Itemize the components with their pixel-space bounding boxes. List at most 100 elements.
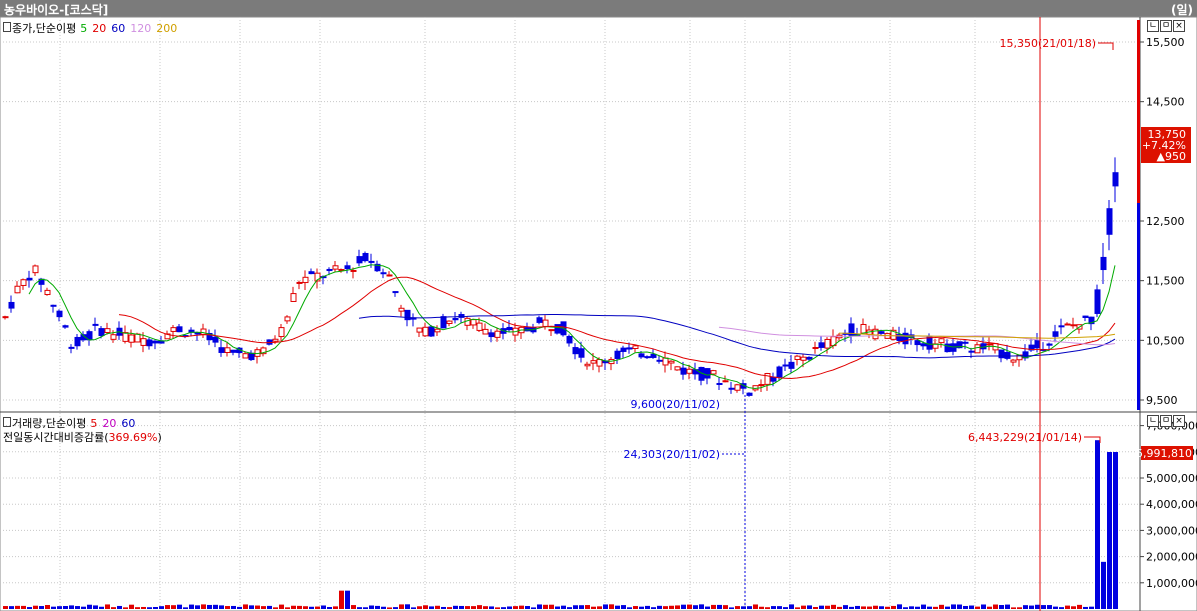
volume-bar (345, 590, 350, 609)
price-legend-prefix: 종가,단순이평 (12, 22, 77, 35)
candle-body (566, 335, 573, 344)
volume-bar (147, 607, 152, 609)
candle-body (104, 328, 111, 333)
volume-bar (507, 606, 512, 609)
volume-bar (627, 607, 632, 609)
volume-change-close: ) (157, 431, 162, 444)
candle-body (296, 281, 303, 284)
volume-bar (681, 604, 686, 609)
volume-bar (885, 606, 890, 609)
volume-bar (423, 605, 428, 609)
volume-bar (27, 607, 32, 609)
candle-body (242, 353, 249, 359)
candle-body (380, 272, 387, 275)
volume-bar (303, 606, 308, 609)
close-icon[interactable]: × (1173, 415, 1185, 427)
candle-body (632, 345, 639, 349)
candle-body (590, 360, 597, 364)
volume-panel-buttons[interactable]: ㄴ ㅁ × (1147, 415, 1185, 427)
candle-body (1082, 315, 1089, 318)
volume-bar (135, 607, 140, 609)
ma-60-label[interactable]: 60 (111, 22, 125, 35)
ma-20-label[interactable]: 20 (92, 22, 106, 35)
candle-body (536, 317, 543, 323)
ma-120-label[interactable]: 120 (130, 22, 151, 35)
volume-bar (321, 605, 326, 609)
price-scale-bar-up (1137, 20, 1140, 203)
volume-bar (807, 605, 812, 609)
candle-body (926, 336, 933, 350)
volume-bar (585, 605, 590, 609)
volume-bar (141, 606, 146, 609)
candle-body (644, 356, 651, 359)
candle-body (728, 387, 735, 390)
candle-body (326, 268, 333, 272)
candle-body (1112, 172, 1119, 187)
ma-200-label[interactable]: 200 (156, 22, 177, 35)
maximize-icon[interactable]: ㅁ (1160, 20, 1172, 32)
volume-bar (711, 604, 716, 609)
minimize-icon[interactable]: ㄴ (1147, 20, 1159, 32)
candle-body (428, 326, 435, 337)
volume-bar (987, 606, 992, 609)
candle-body (1058, 325, 1065, 328)
minimize-icon[interactable]: ㄴ (1147, 415, 1159, 427)
volume-bar (393, 607, 398, 609)
legend-checkbox-icon[interactable] (3, 417, 11, 427)
candle-body (494, 330, 501, 338)
candle-body (998, 349, 1005, 359)
volume-bar (477, 605, 482, 609)
candle-body (806, 356, 813, 360)
price-panel-buttons[interactable]: ㄴ ㅁ × (1147, 20, 1185, 32)
price-tick-label: 12,500 (1146, 215, 1185, 228)
volume-bar (195, 605, 200, 609)
candle-body (1046, 343, 1053, 346)
close-icon[interactable]: × (1173, 20, 1185, 32)
volume-bar (75, 606, 80, 609)
volume-bar (1107, 452, 1112, 609)
price-legend[interactable]: 종가,단순이평 5 20 60 120 200 (3, 20, 182, 36)
volume-bar (699, 604, 704, 609)
candle-body (668, 360, 675, 364)
volume-bar (441, 606, 446, 609)
volume-bar (333, 606, 338, 609)
candle-body (146, 339, 153, 347)
volume-bar (1101, 561, 1106, 609)
volume-bar (411, 607, 416, 609)
legend-checkbox-icon[interactable] (3, 22, 11, 32)
volume-bar (549, 604, 554, 609)
volume-bar (1047, 605, 1052, 609)
volume-tick-label: 1,000,000 (1146, 577, 1197, 590)
candle-body (638, 353, 645, 358)
stock-chart[interactable]: 15,50014,50012,50011,50010,5009,5007,000… (0, 0, 1197, 611)
volume-bar (693, 605, 698, 609)
candle-body (62, 325, 69, 328)
candle-body (470, 319, 477, 326)
volume-bar (1029, 605, 1034, 609)
chart-frame (0, 16, 1197, 611)
volume-bar (909, 606, 914, 609)
volume-bar (57, 606, 62, 609)
volume-bar (489, 606, 494, 609)
candle-body (8, 301, 15, 309)
candle-body (452, 317, 459, 321)
price-tick-label: 14,500 (1146, 96, 1185, 109)
ma-5-label[interactable]: 5 (80, 22, 87, 35)
candle-body (788, 361, 795, 369)
volume-bar (969, 605, 974, 609)
volume-bar (1053, 606, 1058, 609)
volume-bar (51, 606, 56, 609)
volume-bar (747, 606, 752, 609)
volume-bar (207, 604, 212, 609)
volume-bar (33, 605, 38, 609)
min-price-annotation: 9,600(20/11/02) (631, 398, 720, 411)
candle-body (32, 265, 39, 274)
candle-body (1070, 324, 1077, 327)
candle-body (140, 338, 147, 346)
candle-body (398, 307, 405, 312)
volume-bar (159, 606, 164, 609)
candle-body (776, 366, 783, 378)
volume-bar (465, 606, 470, 609)
maximize-icon[interactable]: ㅁ (1160, 415, 1172, 427)
candle-body (302, 276, 309, 284)
